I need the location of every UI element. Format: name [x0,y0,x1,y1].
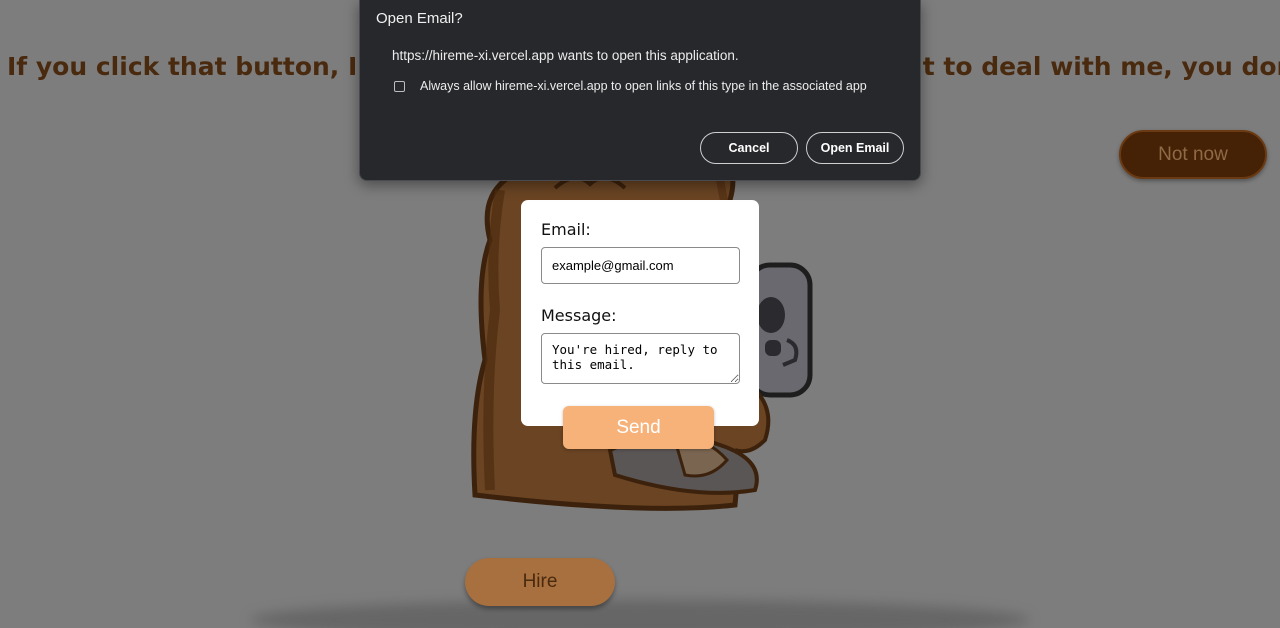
dialog-message: https://hireme-xi.vercel.app wants to op… [392,48,739,63]
dialog-title: Open Email? [376,10,463,27]
message-textarea[interactable]: You're hired, reply to this email. [541,333,740,384]
always-allow-row[interactable]: Always allow hireme-xi.vercel.app to ope… [394,79,867,93]
gun-shape [747,262,813,398]
open-email-dialog: Open Email? https://hireme-xi.vercel.app… [359,0,921,181]
cancel-button[interactable]: Cancel [700,132,798,164]
hire-button[interactable]: Hire [465,558,615,606]
always-allow-checkbox[interactable] [394,80,405,92]
message-label: Message: [541,306,617,325]
send-button[interactable]: Send [563,406,714,449]
email-field[interactable] [541,247,740,284]
open-email-button[interactable]: Open Email [806,132,904,164]
always-allow-label[interactable]: Always allow hireme-xi.vercel.app to ope… [420,79,867,93]
not-now-button[interactable]: Not now [1119,130,1267,179]
contact-form-card: Email: Message: You're hired, reply to t… [521,200,759,426]
email-label: Email: [541,220,591,239]
